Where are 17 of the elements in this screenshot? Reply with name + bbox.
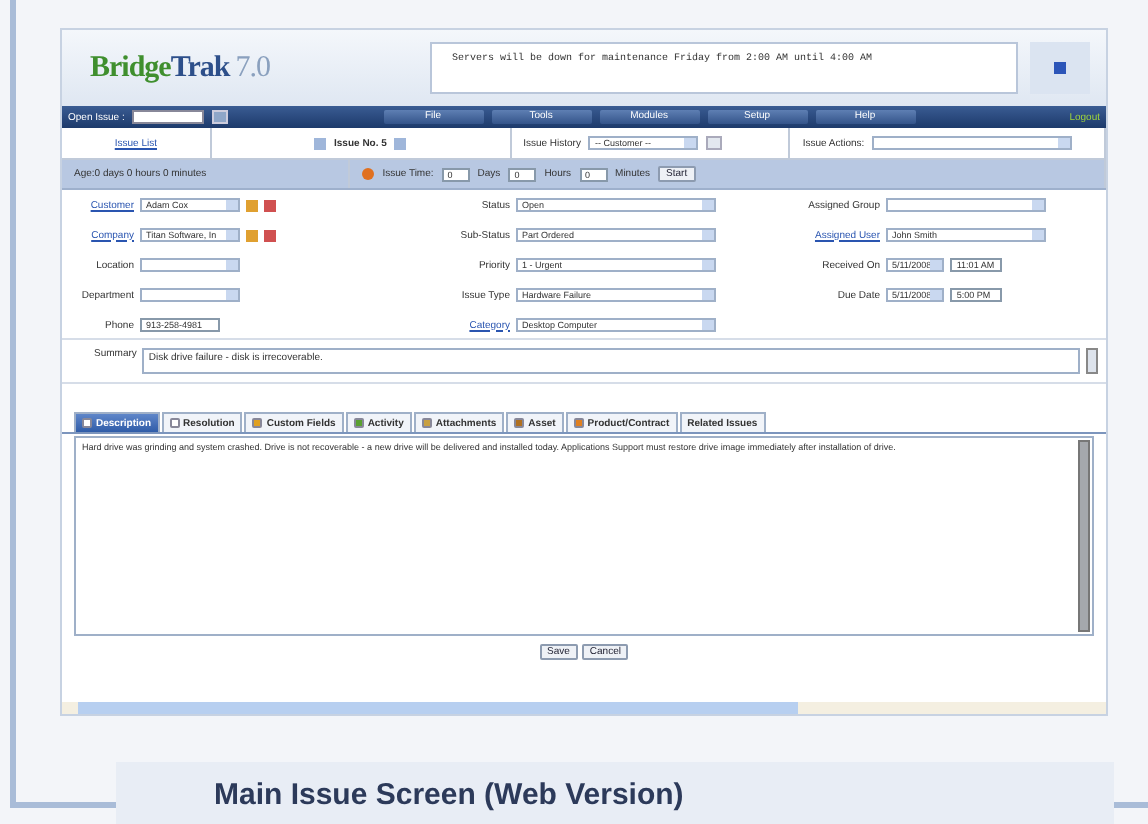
select-field[interactable] [886,198,1046,212]
delete-icon[interactable] [264,199,276,211]
edit-icon[interactable] [246,199,258,211]
edit-icon[interactable] [246,229,258,241]
caption: Main Issue Screen (Web Version) [116,762,1114,824]
select-field[interactable] [140,258,240,272]
scrollbar[interactable] [62,702,1106,714]
actions-select[interactable] [872,136,1073,150]
go-button[interactable] [212,110,229,124]
scroll-icon[interactable] [1086,348,1098,374]
pager-icon[interactable] [1030,42,1090,94]
clock-icon [362,168,375,180]
delete-icon[interactable] [264,229,276,241]
history-button[interactable] [706,136,723,150]
open-issue-field[interactable] [132,110,205,124]
select-field[interactable] [140,288,240,302]
logo: BridgeTrak 7.0 [90,51,272,85]
